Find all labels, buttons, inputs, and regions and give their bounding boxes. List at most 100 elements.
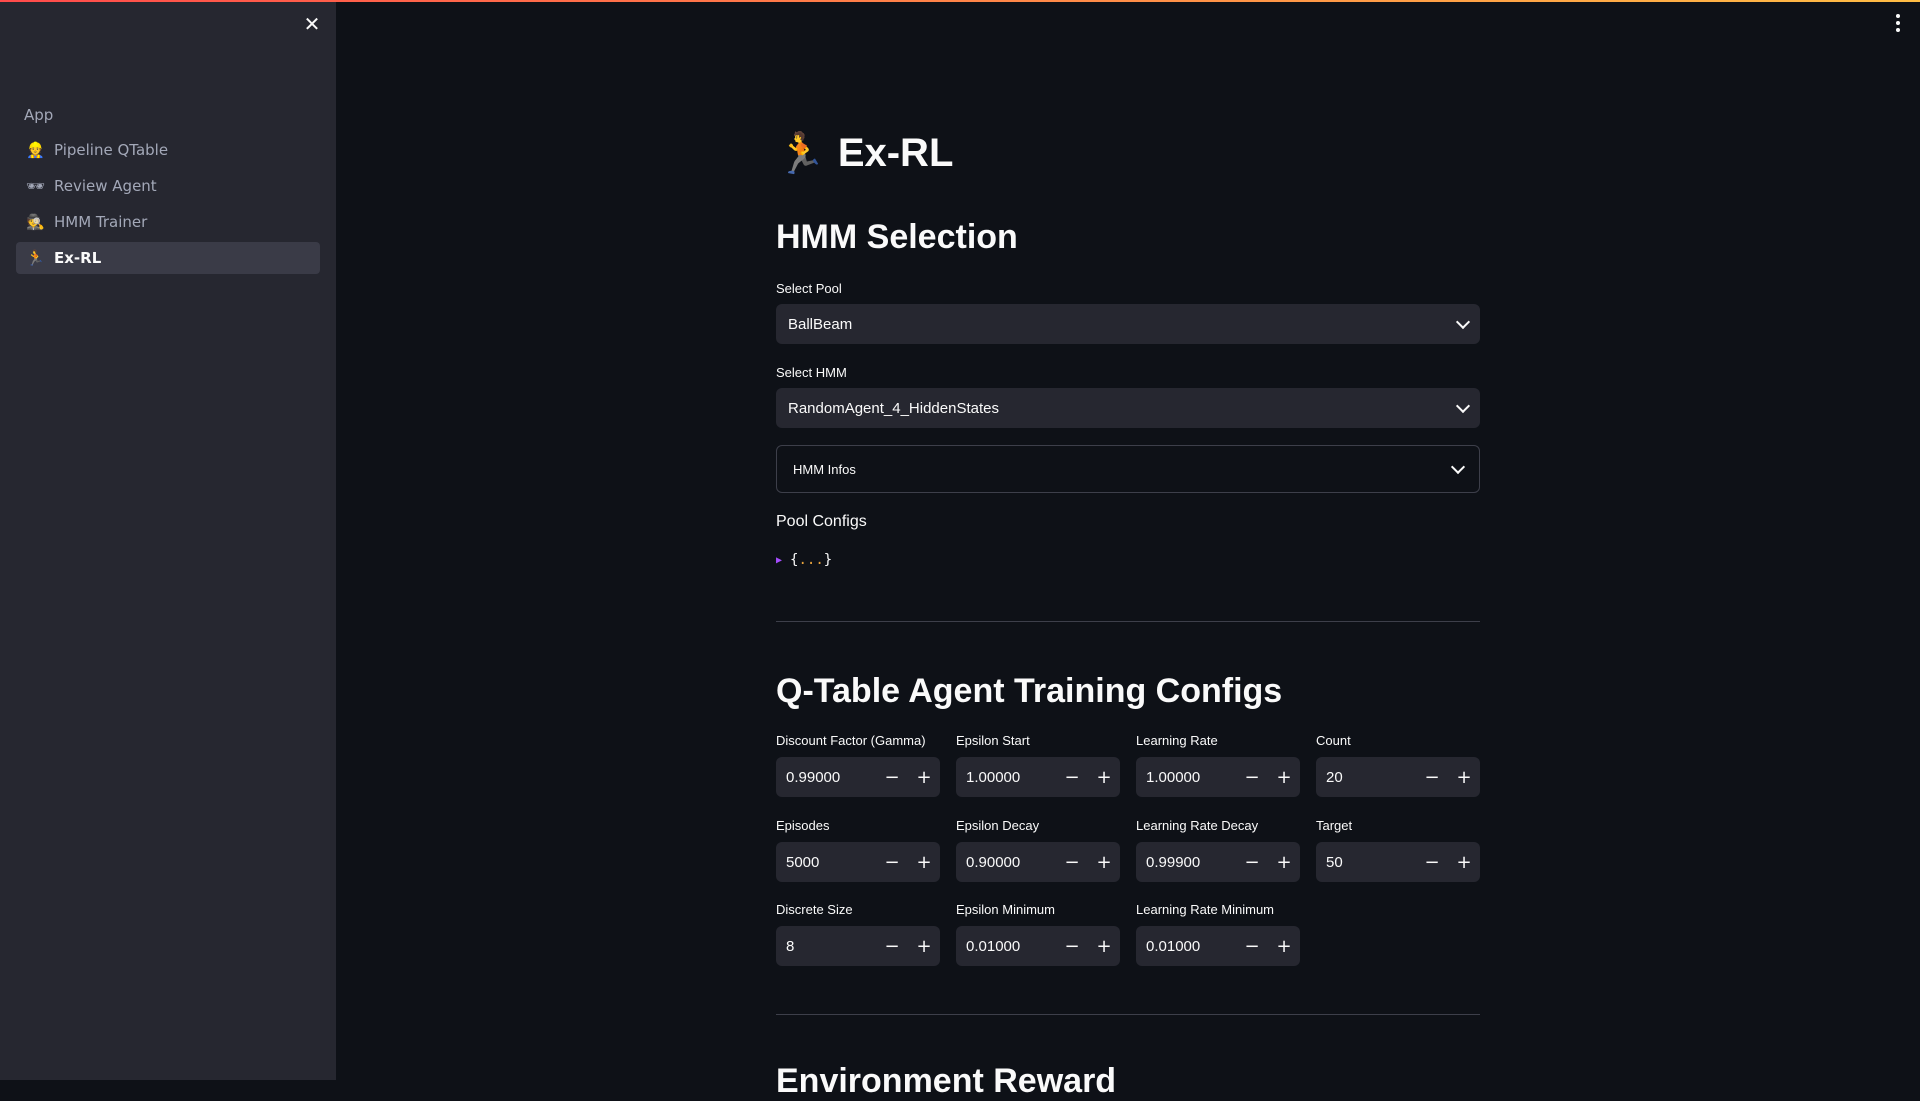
episodes-input[interactable]: 5000 — [776, 854, 876, 871]
pool-configs-label: Pool Configs — [776, 513, 867, 530]
runner-icon: 🏃 — [26, 249, 45, 267]
training-configs-heading: Q-Table Agent Training Configs — [776, 672, 1283, 710]
learning-rate-decay-input[interactable]: 0.99900 — [1136, 854, 1236, 871]
field-label: Epsilon Start — [956, 733, 1030, 748]
learning-rate-input[interactable]: 1.00000 — [1136, 769, 1236, 786]
sidebar: ✕ App 👷 Pipeline QTable 🕶 Review Agent 🕵… — [0, 0, 336, 1080]
epsilon-minimum-field: Epsilon Minimum 0.01000 − + — [956, 902, 1120, 966]
main-menu-icon[interactable] — [1894, 14, 1902, 34]
epsilon-decay-input[interactable]: 0.90000 — [956, 854, 1056, 871]
sidebar-section-title: App — [24, 106, 54, 124]
sidebar-item-pipeline-qtable[interactable]: 👷 Pipeline QTable — [16, 134, 320, 166]
hmm-infos-expander[interactable]: HMM Infos — [776, 445, 1480, 493]
select-hmm-value: RandomAgent_4_HiddenStates — [788, 399, 999, 417]
epsilon-start-stepper[interactable]: 1.00000 − + — [956, 757, 1120, 797]
episodes-stepper[interactable]: 5000 − + — [776, 842, 940, 882]
decrement-button[interactable]: − — [1236, 926, 1268, 966]
count-field: Count 20 − + — [1316, 733, 1480, 797]
gamma-field: Discount Factor (Gamma) 0.99000 − + — [776, 733, 940, 797]
decrement-button[interactable]: − — [1236, 842, 1268, 882]
epsilon-minimum-stepper[interactable]: 0.01000 − + — [956, 926, 1120, 966]
epsilon-decay-field: Epsilon Decay 0.90000 − + — [956, 818, 1120, 882]
hmm-infos-label: HMM Infos — [793, 461, 856, 477]
field-label: Learning Rate Decay — [1136, 818, 1259, 833]
increment-button[interactable]: + — [1088, 926, 1120, 966]
detective-icon: 🕵 — [26, 213, 45, 231]
sunglasses-icon: 🕶 — [26, 177, 46, 195]
chevron-down-icon — [1455, 398, 1471, 414]
gamma-input[interactable]: 0.99000 — [776, 769, 876, 786]
sidebar-item-label: Review Agent — [54, 177, 157, 195]
json-close-brace: } — [823, 552, 833, 568]
field-label: Learning Rate Minimum — [1136, 902, 1275, 917]
discrete-size-stepper[interactable]: 8 − + — [776, 926, 940, 966]
decrement-button[interactable]: − — [1416, 842, 1448, 882]
increment-button[interactable]: + — [1088, 842, 1120, 882]
gamma-stepper[interactable]: 0.99000 − + — [776, 757, 940, 797]
environment-reward-heading: Environment Reward — [776, 1062, 1117, 1100]
top-accent-bar — [0, 0, 1920, 2]
chevron-down-icon — [1450, 459, 1466, 475]
select-pool-label: Select Pool — [776, 281, 842, 296]
learning-rate-field: Learning Rate 1.00000 − + — [1136, 733, 1300, 797]
learning-rate-stepper[interactable]: 1.00000 − + — [1136, 757, 1300, 797]
target-input[interactable]: 50 — [1316, 854, 1416, 871]
epsilon-start-input[interactable]: 1.00000 — [956, 769, 1056, 786]
decrement-button[interactable]: − — [876, 757, 908, 797]
pool-configs-json[interactable]: ▶ {...} — [776, 552, 832, 568]
increment-button[interactable]: + — [908, 842, 940, 882]
target-field: Target 50 − + — [1316, 818, 1480, 882]
sidebar-item-hmm-trainer[interactable]: 🕵 HMM Trainer — [16, 206, 320, 238]
field-label: Discount Factor (Gamma) — [776, 733, 926, 748]
decrement-button[interactable]: − — [1236, 757, 1268, 797]
increment-button[interactable]: + — [1268, 757, 1300, 797]
sidebar-item-ex-rl[interactable]: 🏃 Ex-RL — [16, 242, 320, 274]
decrement-button[interactable]: − — [1056, 926, 1088, 966]
close-sidebar-icon[interactable]: ✕ — [302, 14, 322, 34]
learning-rate-minimum-stepper[interactable]: 0.01000 − + — [1136, 926, 1300, 966]
epsilon-minimum-input[interactable]: 0.01000 — [956, 938, 1056, 955]
select-pool-value: BallBeam — [788, 315, 853, 333]
worker-icon: 👷 — [26, 141, 45, 159]
runner-icon: 🏃 — [776, 132, 826, 176]
field-label: Learning Rate — [1136, 733, 1218, 748]
epsilon-decay-stepper[interactable]: 0.90000 − + — [956, 842, 1120, 882]
hmm-selection-heading: HMM Selection — [776, 218, 1018, 256]
count-stepper[interactable]: 20 − + — [1316, 757, 1480, 797]
increment-button[interactable]: + — [1268, 842, 1300, 882]
sidebar-item-review-agent[interactable]: 🕶 Review Agent — [16, 170, 320, 202]
target-stepper[interactable]: 50 − + — [1316, 842, 1480, 882]
decrement-button[interactable]: − — [876, 926, 908, 966]
select-hmm-dropdown[interactable]: RandomAgent_4_HiddenStates — [776, 388, 1480, 428]
learning-rate-decay-field: Learning Rate Decay 0.99900 − + — [1136, 818, 1300, 882]
select-hmm-label: Select HMM — [776, 365, 847, 380]
expand-arrow-icon[interactable]: ▶ — [776, 555, 782, 566]
decrement-button[interactable]: − — [876, 842, 908, 882]
decrement-button[interactable]: − — [1416, 757, 1448, 797]
increment-button[interactable]: + — [1448, 842, 1480, 882]
sidebar-item-label: Pipeline QTable — [54, 141, 169, 159]
field-label: Episodes — [776, 818, 830, 833]
epsilon-start-field: Epsilon Start 1.00000 − + — [956, 733, 1120, 797]
decrement-button[interactable]: − — [1056, 842, 1088, 882]
json-collapsed-dots: ... — [798, 552, 824, 568]
decrement-button[interactable]: − — [1056, 757, 1088, 797]
episodes-field: Episodes 5000 − + — [776, 818, 940, 882]
discrete-size-input[interactable]: 8 — [776, 938, 876, 955]
field-label: Discrete Size — [776, 902, 853, 917]
increment-button[interactable]: + — [908, 926, 940, 966]
select-pool-dropdown[interactable]: BallBeam — [776, 304, 1480, 344]
learning-rate-decay-stepper[interactable]: 0.99900 − + — [1136, 842, 1300, 882]
page-title-text: Ex-RL — [837, 131, 954, 175]
increment-button[interactable]: + — [908, 757, 940, 797]
learning-rate-minimum-input[interactable]: 0.01000 — [1136, 938, 1236, 955]
increment-button[interactable]: + — [1268, 926, 1300, 966]
increment-button[interactable]: + — [1448, 757, 1480, 797]
sidebar-nav: 👷 Pipeline QTable 🕶 Review Agent 🕵 HMM T… — [16, 134, 320, 278]
page-title: 🏃 Ex-RL — [776, 130, 953, 177]
field-label: Epsilon Minimum — [956, 902, 1055, 917]
section-divider — [776, 621, 1480, 622]
count-input[interactable]: 20 — [1316, 769, 1416, 786]
increment-button[interactable]: + — [1088, 757, 1120, 797]
field-label: Target — [1316, 818, 1353, 833]
